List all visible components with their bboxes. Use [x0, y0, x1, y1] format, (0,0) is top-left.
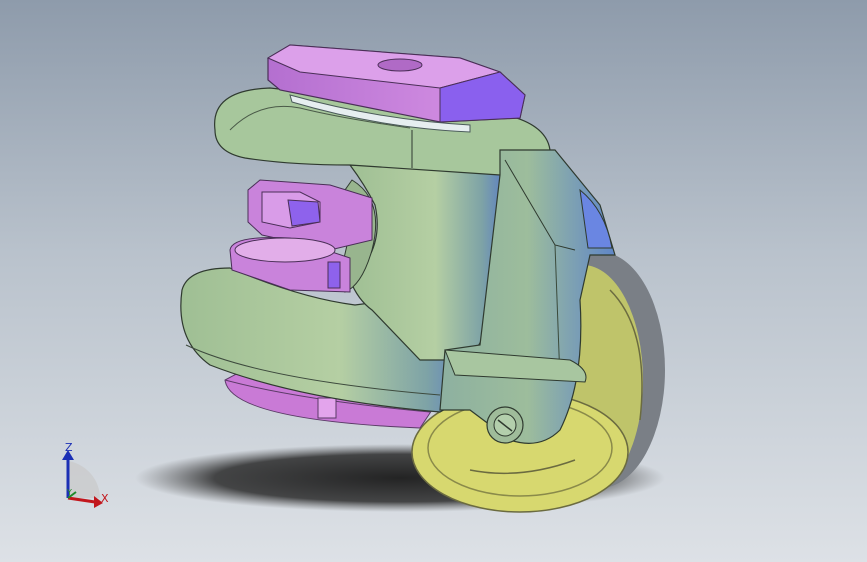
orientation-triad: Z X Y — [48, 436, 118, 516]
z-axis-label: Z — [65, 441, 73, 454]
axle-bolt[interactable] — [486, 406, 524, 444]
x-axis-label: X — [101, 492, 109, 505]
graphics-viewport[interactable]: Z X Y — [0, 0, 867, 562]
caster-model[interactable] — [0, 0, 867, 562]
y-axis-label: Y — [67, 488, 72, 497]
